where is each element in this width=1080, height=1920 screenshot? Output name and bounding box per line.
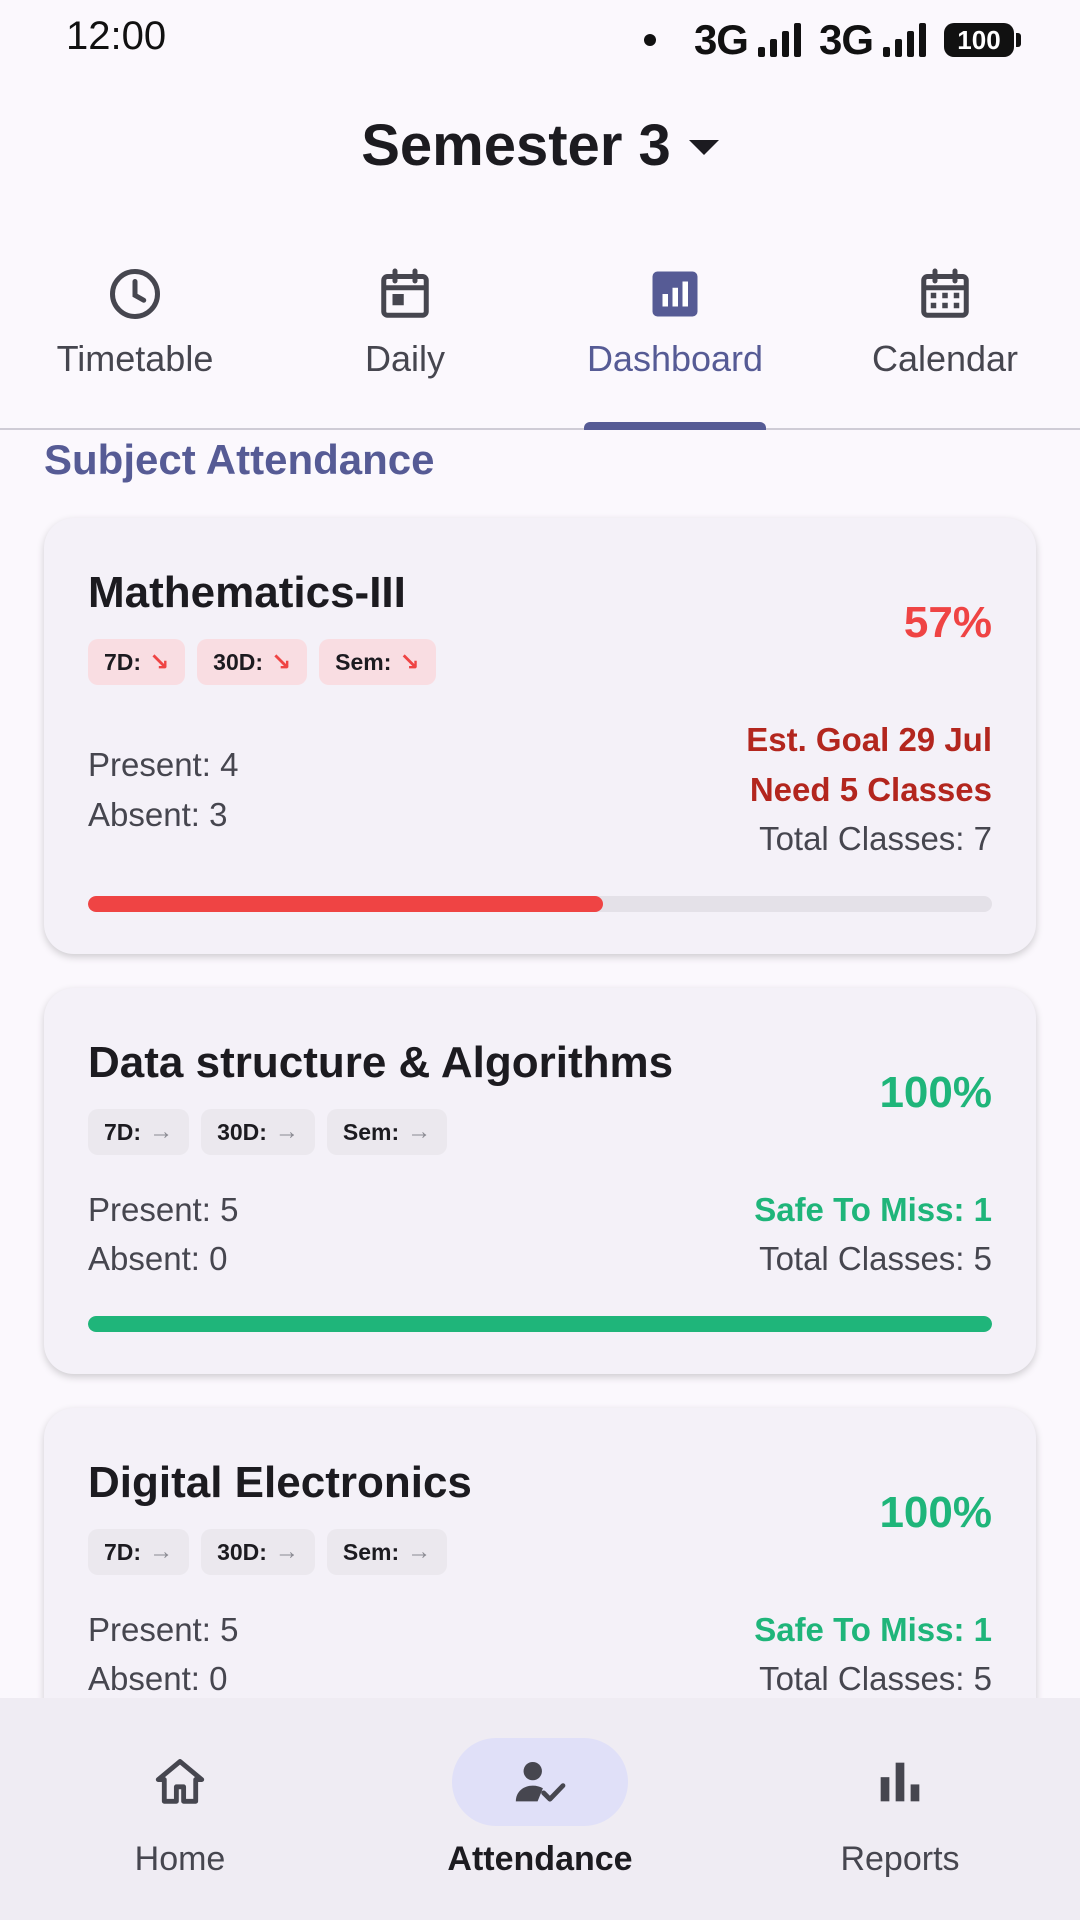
nav-label: Home <box>134 1840 226 1878</box>
bottom-navigation: Home Attendance Reports <box>0 1698 1080 1920</box>
status-bar: 12:00 3G 3G 100 <box>0 0 1080 76</box>
semester-title: Semester 3 <box>361 113 671 178</box>
network-type: 3G <box>693 16 749 63</box>
trend-chip-30d: 30D: → <box>201 1109 315 1155</box>
nav-pill <box>92 1738 268 1826</box>
tab-label: Timetable <box>56 338 214 379</box>
absent-count: Absent: 3 <box>88 796 228 833</box>
trend-chip-sem: Sem: → <box>326 1109 448 1155</box>
attendance-progress-bar <box>88 896 992 912</box>
trend-chip-7d: 7D: ↘ <box>88 639 186 685</box>
trend-flat-icon: → <box>149 1118 174 1145</box>
clock-icon <box>110 269 160 319</box>
nav-attendance[interactable]: Attendance <box>360 1698 720 1920</box>
absent-count: Absent: 0 <box>88 1660 228 1697</box>
status-time: 12:00 <box>66 14 167 58</box>
safe-to-miss: Safe To Miss: 1 <box>754 1611 992 1648</box>
trend-flat-icon: → <box>274 1118 299 1145</box>
network-type-2: 3G <box>818 16 874 63</box>
nav-pill <box>452 1738 628 1826</box>
total-classes: Total Classes: 5 <box>759 1240 992 1277</box>
caret-down-icon <box>688 140 719 155</box>
nav-label: Attendance <box>447 1840 633 1878</box>
trend-down-icon: ↘ <box>149 648 170 676</box>
trend-chip-30d: 30D: → <box>201 1529 315 1575</box>
nav-home[interactable]: Home <box>0 1698 360 1920</box>
nav-reports[interactable]: Reports <box>720 1698 1080 1920</box>
chart-icon <box>652 271 698 317</box>
tab-label: Dashboard <box>586 338 764 379</box>
absent-count: Absent: 0 <box>88 1240 228 1277</box>
battery-level: 100 <box>957 24 1001 55</box>
attendance-percent: 57% <box>903 598 992 647</box>
active-tab-indicator <box>584 422 766 430</box>
notification-dot-icon <box>643 34 656 46</box>
trend-down-icon: ↘ <box>271 648 292 676</box>
trend-flat-icon: → <box>407 1538 432 1565</box>
bar-chart-icon <box>880 1762 920 1802</box>
subject-name: Mathematics-III <box>88 568 406 617</box>
trend-chip-sem: Sem: ↘ <box>319 639 436 685</box>
subject-card[interactable]: Data structure & Algorithms 100% 7D: → 30… <box>44 988 1036 1374</box>
total-classes: Total Classes: 5 <box>759 1660 992 1697</box>
progress-fill <box>88 1316 992 1332</box>
tab-label: Calendar <box>871 338 1019 379</box>
trend-chips: 7D: ↘ 30D: ↘ Sem: ↘ <box>88 639 436 685</box>
signal-icon-2 <box>883 23 926 57</box>
present-count: Present: 5 <box>88 1611 239 1648</box>
trend-chips: 7D: → 30D: → Sem: → <box>88 1109 448 1155</box>
trend-chip-7d: 7D: → <box>88 1529 190 1575</box>
present-count: Present: 4 <box>88 746 239 783</box>
trend-flat-icon: → <box>274 1538 299 1565</box>
battery-icon: 100 <box>944 23 1021 57</box>
subject-card[interactable]: Mathematics-III 57% 7D: ↘ 30D: ↘ Sem: ↘ Pre… <box>44 518 1036 954</box>
semester-dropdown[interactable]: Semester 3 <box>0 112 1080 179</box>
nav-label: Reports <box>840 1840 960 1878</box>
nav-pill <box>812 1738 988 1826</box>
trend-down-icon: ↘ <box>399 648 420 676</box>
estimated-goal: Est. Goal 29 Jul <box>746 721 992 758</box>
status-indicators: 3G 3G 100 <box>643 16 1021 64</box>
calendar-day-icon <box>381 268 429 318</box>
attendance-percent: 100% <box>879 1488 992 1537</box>
subject-name: Digital Electronics <box>88 1458 472 1507</box>
trend-chips: 7D: → 30D: → Sem: → <box>88 1529 448 1575</box>
safe-to-miss: Safe To Miss: 1 <box>754 1191 992 1228</box>
signal-icon <box>757 23 801 57</box>
tab-daily[interactable]: Daily <box>270 250 540 428</box>
calendar-month-icon <box>921 268 969 318</box>
top-tabs: Timetable Daily Dashboard Calendar <box>0 250 1080 430</box>
tab-label: Daily <box>364 338 445 379</box>
section-title: Subject Attendance <box>44 436 435 483</box>
person-check-icon <box>515 1761 566 1802</box>
attendance-progress-bar <box>88 1316 992 1332</box>
trend-flat-icon: → <box>407 1118 432 1145</box>
present-count: Present: 5 <box>88 1191 239 1228</box>
trend-chip-7d: 7D: → <box>88 1109 190 1155</box>
progress-fill <box>88 896 604 912</box>
tab-dashboard[interactable]: Dashboard <box>540 250 810 430</box>
classes-needed: Need 5 Classes <box>749 771 992 808</box>
attendance-percent: 100% <box>879 1068 992 1117</box>
tab-calendar[interactable]: Calendar <box>810 250 1080 428</box>
trend-chip-30d: 30D: ↘ <box>197 639 308 685</box>
tab-timetable[interactable]: Timetable <box>0 250 270 428</box>
home-icon <box>155 1759 205 1804</box>
total-classes: Total Classes: 7 <box>759 820 992 857</box>
trend-chip-sem: Sem: → <box>326 1529 448 1575</box>
subject-name: Data structure & Algorithms <box>88 1038 674 1087</box>
trend-flat-icon: → <box>149 1538 174 1565</box>
